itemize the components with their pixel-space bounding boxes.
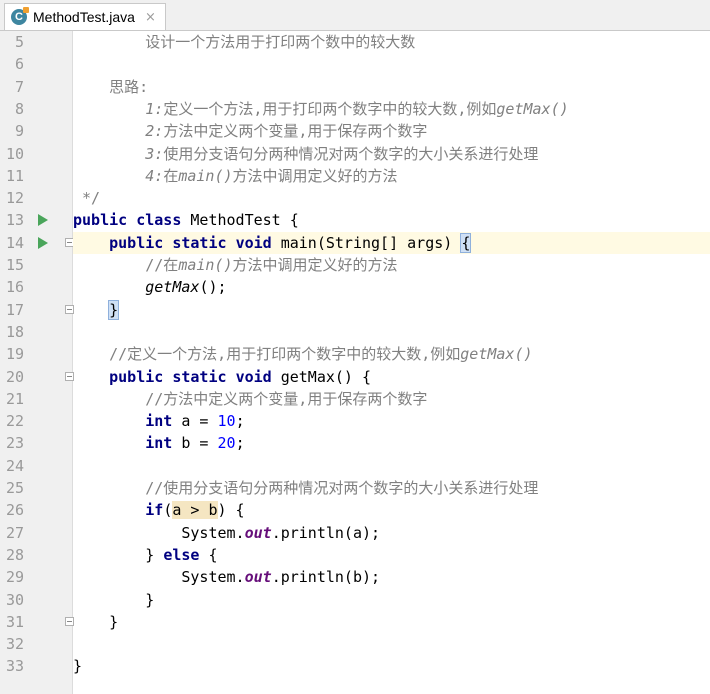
code-text: 1:定义一个方法,用于打印两个数字中的较大数,例如getMax() [145,99,569,118]
code-line-22[interactable]: 22 int a = 10; [0,410,710,432]
code-line-33[interactable]: 33} [0,655,710,677]
code-line-23[interactable]: 23 int b = 20; [0,432,710,454]
code-line-7[interactable]: 7 思路: [0,76,710,98]
line-number: 16 [5,278,24,297]
code-text: } [73,612,119,631]
code-line-13[interactable]: 13 public class MethodTest { [0,209,710,231]
line-number: 20 [5,367,24,386]
line-number: 30 [5,590,24,609]
line-number: 25 [5,479,24,497]
code-text: } [73,590,155,609]
line-number: 12 [5,189,24,208]
tab-label: MethodTest.java [33,9,135,25]
line-number: 15 [5,256,24,274]
code-text: int a = 10; [145,412,245,431]
code-text: //方法中定义两个变量,用于保存两个数字 [145,389,428,408]
line-number: 29 [5,568,24,587]
code-line-6[interactable]: 6 [0,53,710,75]
code-text: public static void getMax() { [109,367,372,386]
code-line-31[interactable]: 31 } [0,611,710,633]
line-number: 13 [5,211,24,230]
code-line-5[interactable]: 5 设计一个方法用于打印两个数中的较大数 [0,31,710,53]
code-text: } else { [73,545,218,564]
code-line-15[interactable]: 15 //在main()方法中调用定义好的方法 [0,254,710,276]
line-number: 22 [5,412,24,431]
line-number: 32 [5,635,24,654]
code-line-8[interactable]: 8 1:定义一个方法,用于打印两个数字中的较大数,例如getMax() [0,98,710,120]
code-line-14[interactable]: 14 public static void main(String[] args… [0,231,710,254]
line-number: 31 [5,612,24,631]
run-icon[interactable] [38,236,48,249]
editor-tab-methodtest[interactable]: C MethodTest.java × [4,3,166,30]
line-number: 11 [5,166,24,185]
code-text: System.out.println(a); [73,523,381,542]
code-line-10[interactable]: 10 3:使用分支语句分两种情况对两个数字的大小关系进行处理 [0,143,710,165]
code-text: //使用分支语句分两种情况对两个数字的大小关系进行处理 [145,479,539,497]
code-text: 思路: [73,77,149,96]
code-text: 2:方法中定义两个变量,用于保存两个数字 [145,122,428,141]
line-number: 33 [5,657,24,676]
code-line-9[interactable]: 9 2:方法中定义两个变量,用于保存两个数字 [0,120,710,142]
code-line-24[interactable]: 24 [0,455,710,477]
code-line-21[interactable]: 21 //方法中定义两个变量,用于保存两个数字 [0,388,710,410]
line-number: 17 [5,300,24,319]
java-class-icon: C [11,7,29,25]
line-number: 8 [14,99,24,118]
line-number: 24 [5,456,24,475]
line-number: 5 [14,33,24,51]
code-line-17[interactable]: 17 } [0,299,710,321]
line-number: 14 [5,233,24,252]
line-number: 6 [14,55,24,74]
code-line-11[interactable]: 11 4:在main()方法中调用定义好的方法 [0,165,710,187]
code-text: //在main()方法中调用定义好的方法 [145,256,398,274]
code-line-18[interactable]: 18 [0,321,710,343]
line-number: 19 [5,345,24,364]
code-text: } [108,299,120,320]
code-text: int b = 20; [145,434,245,453]
code-text: public static void main(String[] args) { [73,231,710,254]
code-line-30[interactable]: 30 } [0,589,710,611]
code-text: //定义一个方法,用于打印两个数字中的较大数,例如getMax() [109,345,533,364]
close-tab-icon[interactable]: × [145,10,156,25]
code-line-20[interactable]: 20 public static void getMax() { [0,366,710,388]
code-text: 4:在main()方法中调用定义好的方法 [145,166,398,185]
line-number: 23 [5,434,24,453]
code-line-29[interactable]: 29 System.out.println(b); [0,566,710,588]
line-number: 7 [14,77,24,96]
code-text: */ [73,189,101,208]
code-line-28[interactable]: 28 } else { [0,544,710,566]
code-line-26[interactable]: 26 if(a > b) { [0,499,710,521]
code-line-19[interactable]: 19 //定义一个方法,用于打印两个数字中的较大数,例如getMax() [0,343,710,365]
code-line-25[interactable]: 25 //使用分支语句分两种情况对两个数字的大小关系进行处理 [0,477,710,499]
code-text: 设计一个方法用于打印两个数中的较大数 [73,33,416,51]
code-text: public class MethodTest { [73,211,299,230]
code-editor[interactable]: 5 设计一个方法用于打印两个数中的较大数 6 7 思路: 8 1:定义一个方法,用于打… [0,31,710,694]
editor-tab-bar: C MethodTest.java × [0,0,710,31]
code-text: getMax(); [145,278,227,297]
run-icon[interactable] [38,214,48,227]
code-text: System.out.println(b); [73,568,381,587]
code-text: if(a > b) { [145,501,245,520]
code-line-16[interactable]: 16 getMax(); [0,276,710,298]
line-number: 26 [5,501,24,520]
code-line-27[interactable]: 27 System.out.println(a); [0,522,710,544]
line-number: 18 [5,322,24,341]
line-number: 27 [5,523,24,542]
line-number: 9 [14,122,24,141]
code-line-32[interactable]: 32 [0,633,710,655]
code-text: } [73,657,83,676]
line-number: 28 [5,545,24,564]
line-number: 21 [5,389,24,408]
code-text: 3:使用分支语句分两种情况对两个数字的大小关系进行处理 [145,144,539,163]
code-line-12[interactable]: 12 */ [0,187,710,209]
line-number: 10 [5,144,24,163]
